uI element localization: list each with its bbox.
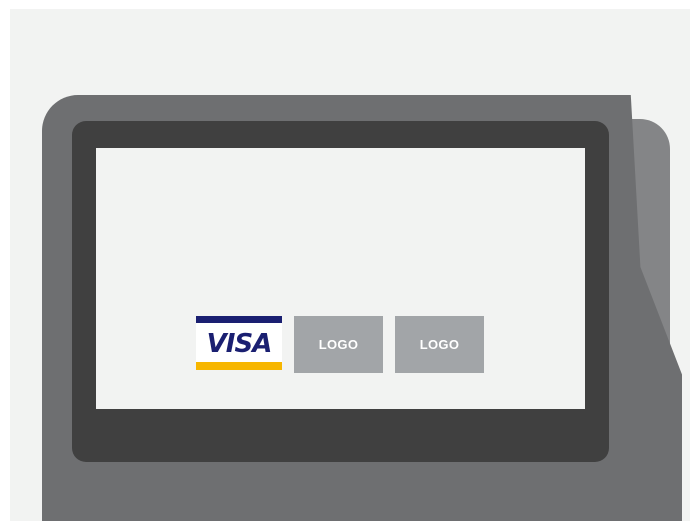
- placeholder-logo-1: LOGO: [294, 316, 383, 373]
- illustration-canvas: VISA LOGO LOGO: [10, 9, 690, 521]
- visa-bottom-band: [196, 362, 282, 370]
- placeholder-logo-2: LOGO: [395, 316, 484, 373]
- visa-top-band: [196, 316, 282, 323]
- visa-logo: VISA: [196, 316, 282, 370]
- terminal-display: VISA LOGO LOGO: [96, 148, 585, 409]
- visa-wordmark: VISA: [206, 329, 273, 359]
- brand-logo-row: VISA LOGO LOGO: [196, 316, 484, 373]
